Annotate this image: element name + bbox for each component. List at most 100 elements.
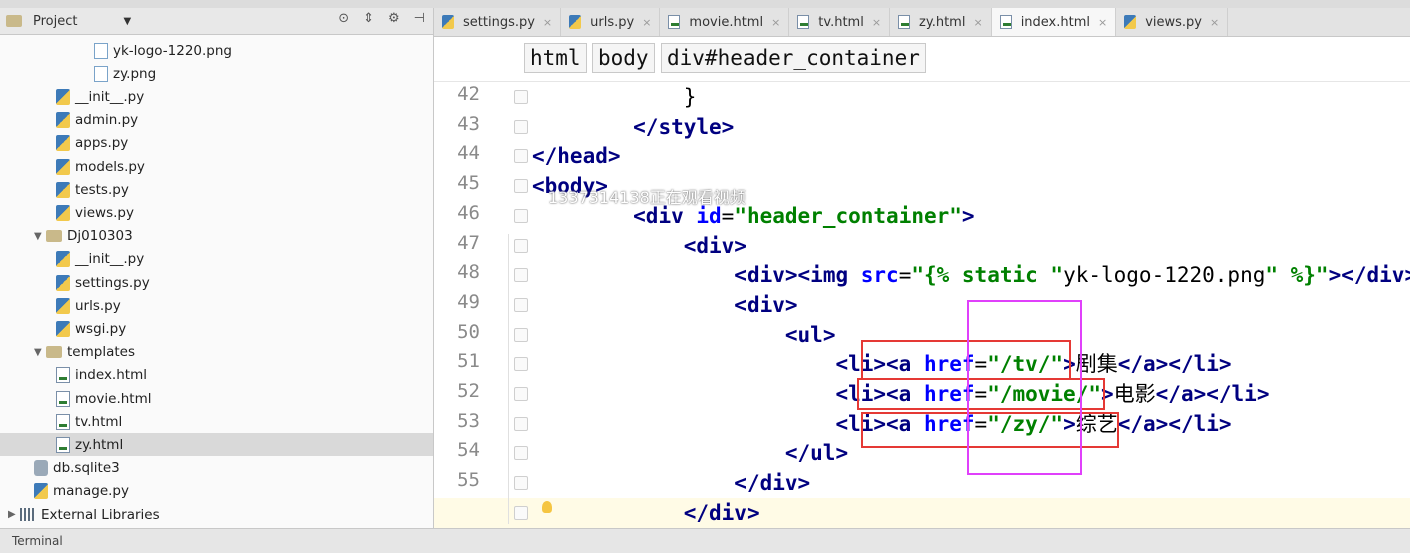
- fold-marker-icon[interactable]: [514, 327, 528, 342]
- code-editor[interactable]: 424344454647484950515253545556 } </style…: [434, 82, 1410, 528]
- code-line[interactable]: </style>: [434, 112, 734, 142]
- tree-item[interactable]: manage.py: [0, 480, 433, 503]
- tree-item[interactable]: zy.html: [0, 433, 433, 457]
- project-view-selector[interactable]: Project ▼: [6, 14, 131, 29]
- tree-item[interactable]: views.py: [0, 201, 433, 224]
- chevron-right-icon[interactable]: ▶: [8, 509, 20, 520]
- tab-label: tv.html: [818, 14, 864, 30]
- breadcrumb-html[interactable]: html: [524, 43, 587, 73]
- close-icon[interactable]: ×: [872, 16, 881, 29]
- fold-marker-icon[interactable]: [514, 505, 528, 520]
- fold-marker-icon[interactable]: [514, 208, 528, 223]
- tab-index-html[interactable]: index.html ×: [991, 8, 1117, 36]
- tab-tv-html[interactable]: tv.html ×: [789, 8, 891, 36]
- tree-item[interactable]: db.sqlite3: [0, 457, 433, 480]
- fold-marker-icon[interactable]: [514, 387, 528, 401]
- tree-item-label: views.py: [75, 204, 134, 221]
- fold-marker-icon[interactable]: [514, 416, 528, 431]
- chevron-down-icon[interactable]: ▼: [34, 231, 46, 242]
- terminal-tab[interactable]: Terminal: [12, 534, 63, 548]
- collapse-icon[interactable]: ⇕: [363, 11, 374, 26]
- tree-item[interactable]: apps.py: [0, 132, 433, 155]
- code-line[interactable]: <li><a href="/movie/">电影</a></li>: [434, 379, 1269, 409]
- fold-marker-icon[interactable]: [514, 297, 528, 312]
- py-file-icon: [56, 181, 70, 198]
- html-file-icon: [56, 390, 70, 407]
- tree-item-label: tests.py: [75, 181, 129, 198]
- fold-marker-icon[interactable]: [514, 268, 528, 283]
- fold-marker-icon[interactable]: [514, 446, 528, 461]
- tree-item[interactable]: __init__.py: [0, 85, 433, 108]
- tree-item[interactable]: ▼ templates: [0, 341, 433, 364]
- fold-marker-icon[interactable]: [514, 357, 528, 372]
- chevron-down-icon[interactable]: ▼: [34, 347, 46, 358]
- fold-marker-icon[interactable]: [514, 238, 528, 253]
- close-icon[interactable]: ×: [973, 16, 982, 29]
- fold-marker-icon[interactable]: [514, 179, 528, 194]
- lib-file-icon: [20, 508, 36, 521]
- fold-marker-icon[interactable]: [514, 119, 528, 134]
- tree-item-label: zy.html: [75, 436, 124, 453]
- tree-item[interactable]: urls.py: [0, 294, 433, 317]
- code-line[interactable]: </div>: [434, 497, 1410, 528]
- png-file-icon: [94, 65, 108, 82]
- tree-item-label: admin.py: [75, 112, 139, 129]
- py-file-icon: [442, 15, 454, 29]
- tree-item[interactable]: settings.py: [0, 271, 433, 294]
- tab-zy-html[interactable]: zy.html ×: [890, 8, 992, 36]
- tree-item-label: db.sqlite3: [53, 460, 120, 477]
- tree-item[interactable]: __init__.py: [0, 248, 433, 271]
- tab-urls-py[interactable]: urls.py ×: [561, 8, 661, 36]
- tab-movie-html[interactable]: movie.html ×: [660, 8, 790, 36]
- code-line[interactable]: <ul>: [434, 320, 836, 350]
- close-icon[interactable]: ×: [543, 16, 552, 29]
- tree-item[interactable]: ▼ Dj010303: [0, 225, 433, 248]
- code-line[interactable]: <li><a href="/tv/">剧集</a></li>: [434, 349, 1231, 379]
- tab-views-py[interactable]: views.py ×: [1116, 8, 1229, 36]
- code-line[interactable]: </div>: [434, 468, 810, 498]
- tree-item[interactable]: ▶ External Libraries: [0, 503, 433, 526]
- gear-icon[interactable]: ⚙: [388, 11, 400, 26]
- code-line[interactable]: <div><img src="{% static "yk-logo-1220.p…: [434, 260, 1410, 290]
- fold-marker-icon[interactable]: [514, 90, 528, 104]
- tab-label: zy.html: [919, 14, 966, 30]
- html-file-icon: [56, 367, 70, 384]
- hide-icon[interactable]: ⊣: [414, 11, 425, 26]
- code-line[interactable]: <div>: [434, 231, 747, 261]
- tree-item-label: tv.html: [75, 413, 123, 430]
- code-line[interactable]: }: [434, 82, 697, 112]
- tree-item[interactable]: yk-logo-1220.png: [0, 39, 433, 62]
- tab-settings-py[interactable]: settings.py ×: [434, 8, 562, 36]
- project-panel: Project ▼ ⊙ ⇕ ⚙ ⊣ yk-logo-1220.png zy.png…: [0, 8, 434, 528]
- tree-item[interactable]: movie.html: [0, 387, 433, 410]
- code-line[interactable]: </ul>: [434, 438, 848, 468]
- tree-item[interactable]: index.html: [0, 364, 433, 387]
- breadcrumb-div-header-container[interactable]: div#header_container: [661, 43, 926, 73]
- html-file-icon: [999, 15, 1012, 29]
- close-icon[interactable]: ×: [1210, 16, 1219, 29]
- db-file-icon: [34, 460, 48, 477]
- lightbulb-icon[interactable]: [542, 501, 552, 513]
- html-file-icon: [797, 15, 810, 29]
- close-icon[interactable]: ×: [771, 16, 780, 29]
- tree-item[interactable]: models.py: [0, 155, 433, 178]
- indent-guide: [508, 234, 509, 524]
- tree-item[interactable]: tv.html: [0, 410, 433, 433]
- tree-item[interactable]: tests.py: [0, 178, 433, 201]
- fold-marker-icon[interactable]: [514, 476, 528, 491]
- close-icon[interactable]: ×: [642, 16, 651, 29]
- tree-item[interactable]: zy.png: [0, 62, 433, 85]
- tree-item[interactable]: admin.py: [0, 109, 433, 132]
- chevron-down-icon[interactable]: ▼: [123, 16, 131, 27]
- fold-marker-icon[interactable]: [514, 149, 528, 164]
- tree-item-label: apps.py: [75, 135, 129, 152]
- close-icon[interactable]: ×: [1098, 16, 1107, 29]
- target-icon[interactable]: ⊙: [338, 11, 349, 26]
- tree-item-label: movie.html: [75, 390, 152, 407]
- status-bar: Terminal: [0, 528, 1410, 553]
- breadcrumb-body[interactable]: body: [592, 43, 655, 73]
- code-line[interactable]: <div>: [434, 290, 797, 320]
- py-file-icon: [34, 483, 48, 500]
- tab-label: index.html: [1020, 14, 1090, 30]
- tree-item[interactable]: wsgi.py: [0, 317, 433, 340]
